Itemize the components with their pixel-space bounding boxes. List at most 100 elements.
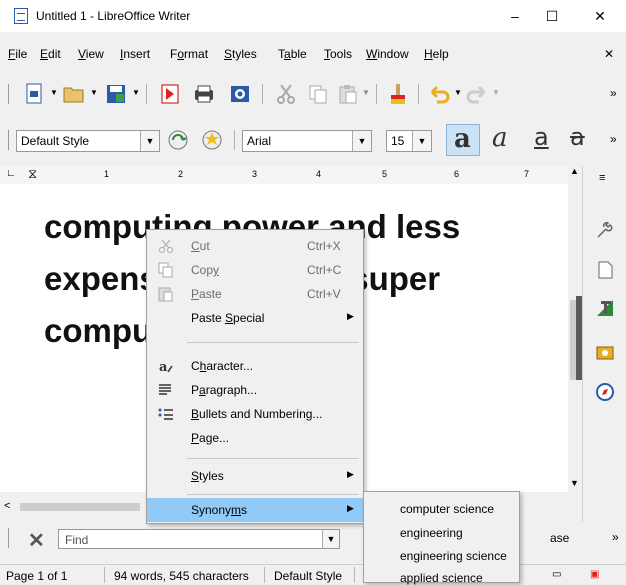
writer-document-icon (14, 8, 28, 24)
ruler-mark: 1 (104, 169, 110, 179)
scroll-up-icon[interactable]: ▲ (570, 166, 579, 176)
maximize-button[interactable]: ☐ (532, 4, 572, 28)
chevron-down-icon[interactable]: ▼ (352, 131, 371, 151)
font-size-select[interactable]: 15 ▼ (386, 130, 432, 152)
synonym-item[interactable]: engineering (400, 526, 463, 540)
menu-item-paste[interactable]: Paste Ctrl+V (147, 282, 363, 306)
digital-signature-icon[interactable]: ▣ (590, 569, 599, 580)
bold-button[interactable]: a (446, 124, 480, 156)
formatting-overflow-button[interactable]: » (610, 132, 617, 146)
synonym-item[interactable]: computer science (400, 502, 494, 516)
new-document-icon[interactable] (22, 82, 46, 106)
view-layout-icon[interactable]: ▭ (552, 569, 561, 580)
open-folder-icon[interactable] (62, 82, 86, 106)
chevron-down-icon[interactable]: ▼ (412, 131, 431, 151)
menu-item-cut[interactable]: Cut Ctrl+X (147, 234, 363, 258)
ruler-mark: 7 (524, 169, 530, 179)
menu-item-paste-special[interactable]: Paste Special ▶ (147, 306, 363, 330)
strikethrough-icon[interactable]: a (570, 123, 585, 151)
find-input[interactable]: Find ▼ (58, 529, 340, 549)
tab-stop-icon[interactable]: ∟ (6, 168, 16, 179)
print-icon[interactable] (192, 82, 216, 106)
paste-icon (158, 287, 173, 302)
italic-icon[interactable]: a (492, 123, 508, 153)
hscroll-thumb[interactable] (20, 503, 140, 511)
update-style-icon[interactable] (166, 128, 190, 152)
chevron-down-icon[interactable]: ▼ (140, 131, 159, 151)
standard-toolbar: ▼ ▼ ▼ ▼ ▼ ▼ » (0, 74, 626, 114)
menu-styles[interactable]: Styles (224, 47, 257, 61)
redo-icon[interactable] (464, 82, 488, 106)
copy-icon (158, 262, 173, 278)
print-preview-icon[interactable] (228, 82, 252, 106)
word-count[interactable]: 94 words, 545 characters (114, 569, 249, 583)
page-style[interactable]: Default Style (274, 569, 342, 583)
title-bar: Untitled 1 - LibreOffice Writer – ☐ ✕ (0, 0, 626, 32)
toolbar-overflow-button[interactable]: » (610, 86, 617, 100)
copy-icon[interactable] (306, 82, 330, 106)
undo-dropdown-icon[interactable]: ▼ (454, 88, 462, 97)
menu-format[interactable]: Format (170, 47, 208, 61)
synonym-item[interactable]: engineering science (400, 549, 507, 563)
close-window-button[interactable]: ✕ (580, 4, 620, 28)
gallery-icon[interactable] (595, 342, 615, 362)
paste-icon[interactable] (336, 82, 360, 106)
styles-icon[interactable] (595, 298, 615, 318)
page-icon[interactable] (595, 260, 615, 280)
menu-window[interactable]: Window (366, 47, 409, 61)
open-dropdown-icon[interactable]: ▼ (90, 88, 98, 97)
menu-view[interactable]: View (78, 47, 104, 61)
scroll-down-icon[interactable]: ▼ (570, 478, 579, 488)
page-count[interactable]: Page 1 of 1 (6, 569, 67, 583)
find-placeholder: Find (65, 533, 89, 547)
ruler-mark: 4 (316, 169, 322, 179)
menu-help[interactable]: Help (424, 47, 449, 61)
horizontal-ruler[interactable]: ∟ ⧖ 1 2 3 4 5 6 7 (0, 166, 570, 184)
cut-icon[interactable] (274, 82, 298, 106)
underline-icon[interactable]: a (534, 123, 549, 151)
save-icon[interactable] (104, 82, 128, 106)
submenu-arrow-icon: ▶ (347, 503, 354, 513)
export-pdf-icon[interactable] (158, 82, 182, 106)
shortcut: Ctrl+C (307, 263, 342, 277)
menu-item-character[interactable]: a Character... (147, 354, 363, 378)
match-case-label[interactable]: ase (550, 531, 569, 545)
redo-dropdown-icon[interactable]: ▼ (492, 88, 500, 97)
close-document-button[interactable]: ✕ (604, 47, 614, 61)
paragraph-style-select[interactable]: Default Style ▼ (16, 130, 160, 152)
undo-icon[interactable] (428, 82, 452, 106)
menu-item-paragraph[interactable]: Paragraph... (147, 378, 363, 402)
status-bar: Page 1 of 1 94 words, 545 characters Def… (0, 564, 626, 584)
chevron-down-icon[interactable]: ▼ (322, 530, 339, 548)
paste-dropdown-icon[interactable]: ▼ (362, 88, 370, 97)
menu-item-styles[interactable]: Styles ▶ (147, 464, 363, 488)
menu-item-bullets[interactable]: Bullets and Numbering... (147, 402, 363, 426)
menu-item-synonyms[interactable]: Synonyms ▶ (147, 498, 363, 522)
new-dropdown-icon[interactable]: ▼ (50, 88, 58, 97)
sidebar-menu-icon[interactable]: ≡ (599, 172, 605, 184)
menu-item-page[interactable]: Page... (147, 426, 363, 450)
menu-item-copy[interactable]: Copy Ctrl+C (147, 258, 363, 282)
formatting-toolbar: Default Style ▼ Arial ▼ 15 ▼ a a a a » (0, 120, 626, 160)
toolbar-grip (8, 84, 9, 104)
close-find-button[interactable]: ✕ (28, 528, 45, 553)
menu-insert[interactable]: Insert (120, 47, 150, 61)
font-name-select[interactable]: Arial ▼ (242, 130, 372, 152)
menu-edit[interactable]: Edit (40, 47, 61, 61)
find-overflow-button[interactable]: » (612, 530, 619, 544)
properties-icon[interactable] (595, 220, 615, 240)
minimize-button[interactable]: – (495, 4, 535, 28)
context-menu: Cut Ctrl+X Copy Ctrl+C Paste Ctrl+V Past… (146, 229, 364, 524)
indent-marker-icon[interactable]: ⧖ (28, 166, 37, 182)
menu-bar: File Edit View Insert Format Styles Tabl… (0, 44, 626, 64)
navigator-icon[interactable] (595, 382, 615, 402)
svg-text:a: a (159, 360, 168, 374)
save-dropdown-icon[interactable]: ▼ (132, 88, 140, 97)
scroll-left-icon[interactable]: < (4, 500, 10, 512)
menu-file[interactable]: File (8, 47, 27, 61)
ruler-mark: 6 (454, 169, 460, 179)
menu-tools[interactable]: Tools (324, 47, 352, 61)
clone-formatting-icon[interactable] (386, 82, 410, 106)
new-style-icon[interactable] (200, 128, 224, 152)
menu-table[interactable]: Table (278, 47, 307, 61)
